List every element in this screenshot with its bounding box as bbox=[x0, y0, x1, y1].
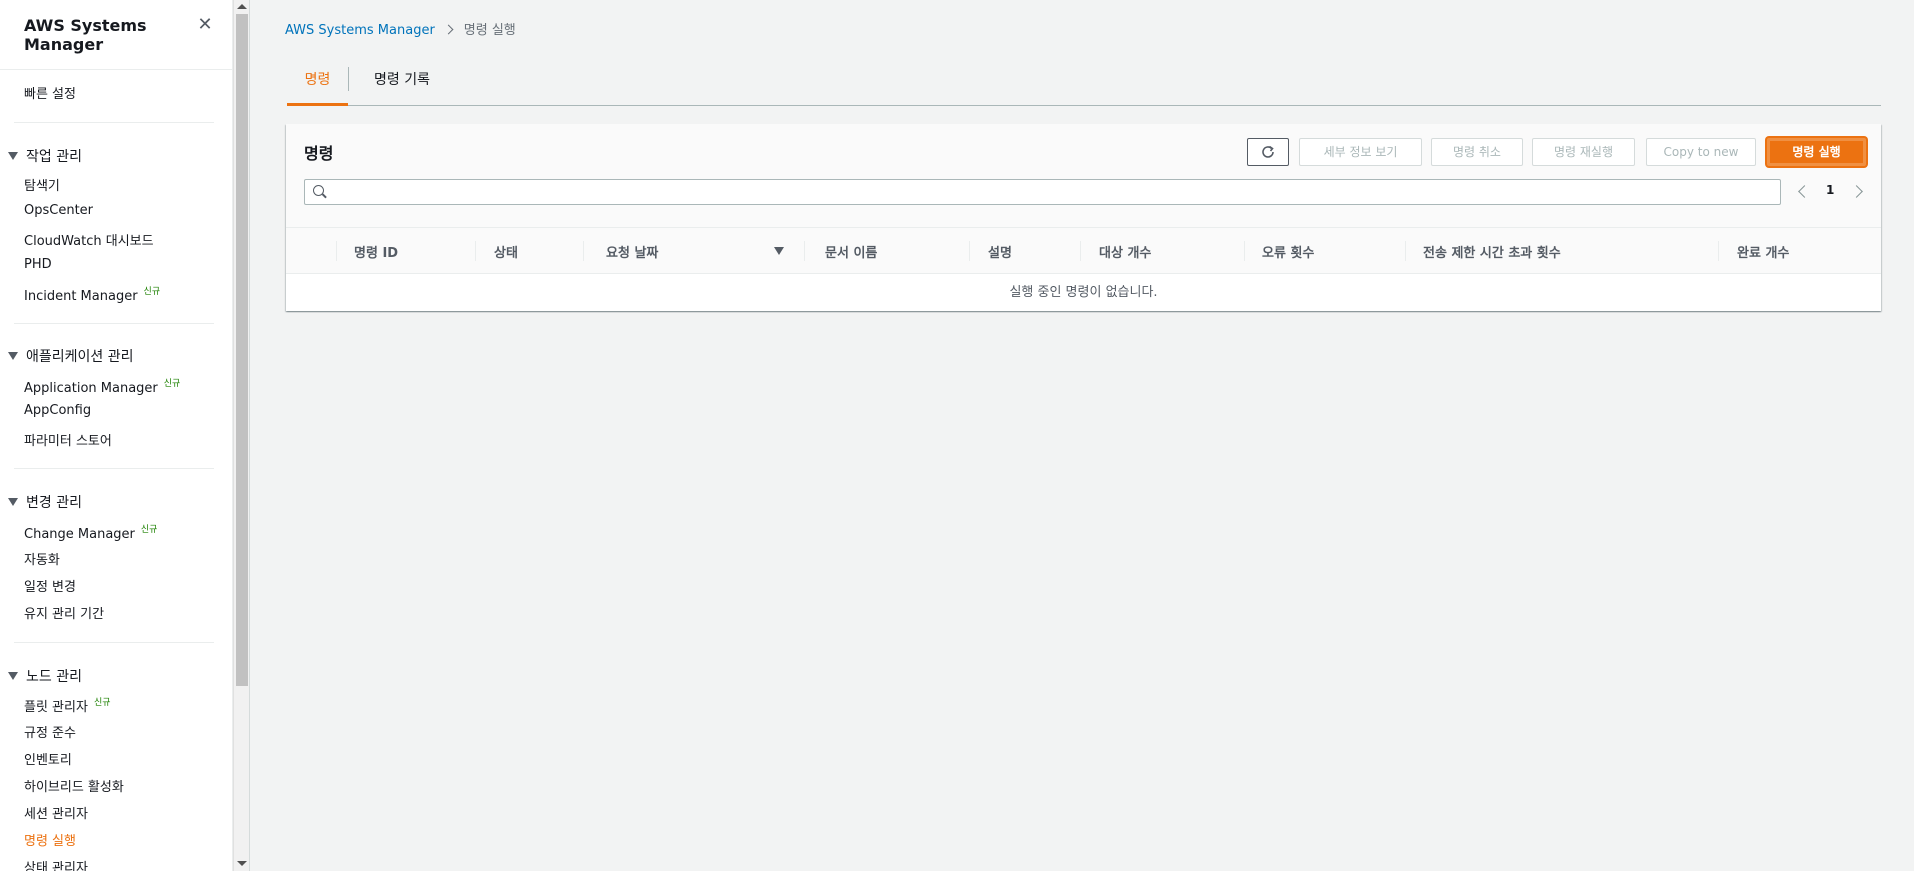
column-header-requested-date[interactable]: 요청 날짜 bbox=[606, 242, 658, 261]
sidebar-item-automation[interactable]: 자동화 bbox=[24, 549, 60, 568]
search-icon bbox=[313, 185, 324, 196]
column-header-completed-count[interactable]: 완료 개수 bbox=[1737, 242, 1789, 261]
caret-down-icon bbox=[8, 152, 18, 160]
sidebar-divider bbox=[14, 642, 214, 643]
new-badge: 신규 bbox=[143, 287, 161, 297]
new-badge: 신규 bbox=[163, 379, 181, 389]
sidebar-item-fleet-manager[interactable]: 플릿 관리자 신규 bbox=[24, 695, 111, 715]
sidebar-item-inventory[interactable]: 인벤토리 bbox=[24, 749, 72, 768]
sidebar-item-change-calendar[interactable]: 일정 변경 bbox=[24, 576, 76, 595]
column-separator bbox=[475, 241, 476, 261]
pagination: 1 bbox=[1796, 180, 1866, 204]
sidebar-group-label: 변경 관리 bbox=[26, 495, 82, 511]
rerun-command-button[interactable]: 명령 재실행 bbox=[1532, 138, 1635, 166]
breadcrumb: AWS Systems Manager 명령 실행 bbox=[285, 19, 516, 38]
view-details-button[interactable]: 세부 정보 보기 bbox=[1299, 138, 1422, 166]
sidebar-item-phd[interactable]: PHD bbox=[24, 257, 52, 272]
sidebar-item-quick-setup[interactable]: 빠른 설정 bbox=[24, 83, 76, 102]
sidebar-scrollbar[interactable] bbox=[233, 0, 249, 871]
column-separator bbox=[1718, 241, 1719, 261]
sidebar-item-parameter-store[interactable]: 파라미터 스토어 bbox=[24, 430, 112, 449]
chevron-right-icon[interactable] bbox=[1850, 185, 1863, 198]
tab-command-history[interactable]: 명령 기록 bbox=[349, 60, 455, 106]
panel-title: 명령 bbox=[304, 144, 334, 163]
sidebar-item-maintenance-windows[interactable]: 유지 관리 기간 bbox=[24, 603, 104, 622]
sidebar-item-application-manager[interactable]: Application Manager 신규 bbox=[24, 376, 180, 396]
sidebar-group-label: 작업 관리 bbox=[26, 149, 82, 165]
column-separator bbox=[336, 241, 337, 261]
panel-header: 명령 세부 정보 보기 명령 취소 명령 재실행 Copy to new 명령 … bbox=[286, 124, 1881, 228]
scroll-down-arrow-icon[interactable] bbox=[237, 861, 247, 866]
sidebar-group-node[interactable]: 노드 관리 bbox=[8, 666, 82, 686]
new-badge: 신규 bbox=[93, 698, 111, 708]
scrollbar-thumb[interactable] bbox=[236, 14, 248, 686]
sidebar-item-run-command[interactable]: 명령 실행 bbox=[24, 830, 76, 849]
sidebar-header-divider bbox=[0, 69, 232, 70]
cancel-command-button[interactable]: 명령 취소 bbox=[1431, 138, 1523, 166]
breadcrumb-current: 명령 실행 bbox=[463, 23, 516, 38]
column-header-target-count[interactable]: 대상 개수 bbox=[1099, 242, 1151, 261]
tab-bar: 명령 명령 기록 bbox=[287, 60, 1881, 106]
caret-down-icon bbox=[8, 498, 18, 506]
copy-to-new-button[interactable]: Copy to new bbox=[1646, 138, 1756, 166]
sidebar-item-appconfig[interactable]: AppConfig bbox=[24, 403, 91, 418]
sidebar-item-explorer[interactable]: 탐색기 bbox=[24, 175, 60, 194]
sidebar: AWS Systems Manager ✕ 빠른 설정 작업 관리 탐색기 Op… bbox=[0, 0, 233, 871]
column-header-error-count[interactable]: 오류 횟수 bbox=[1262, 242, 1314, 261]
sidebar-item-label: 플릿 관리자 bbox=[24, 700, 88, 715]
sidebar-item-change-manager[interactable]: Change Manager 신규 bbox=[24, 522, 157, 542]
column-separator bbox=[583, 241, 584, 261]
sidebar-item-incident-manager[interactable]: Incident Manager 신규 bbox=[24, 284, 160, 304]
sidebar-item-label: Application Manager bbox=[24, 381, 158, 396]
sidebar-group-application[interactable]: 애플리케이션 관리 bbox=[8, 346, 134, 366]
column-header-status[interactable]: 상태 bbox=[494, 242, 518, 261]
refresh-icon bbox=[1262, 145, 1274, 158]
column-header-document-name[interactable]: 문서 이름 bbox=[825, 242, 877, 261]
column-separator bbox=[1080, 241, 1081, 261]
close-icon[interactable]: ✕ bbox=[196, 16, 214, 34]
search-field[interactable] bbox=[304, 179, 1781, 205]
sidebar-divider bbox=[14, 468, 214, 469]
sidebar-border bbox=[249, 0, 250, 871]
sidebar-group-label: 노드 관리 bbox=[26, 669, 82, 685]
chevron-left-icon[interactable] bbox=[1798, 185, 1811, 198]
column-header-description[interactable]: 설명 bbox=[988, 242, 1012, 261]
sidebar-group-change[interactable]: 변경 관리 bbox=[8, 492, 82, 512]
empty-table-message: 실행 중인 명령이 없습니다. bbox=[1009, 285, 1158, 300]
column-separator bbox=[1244, 241, 1245, 261]
table-header: 명령 ID 상태 요청 날짜 문서 이름 설명 대상 개수 오류 횟수 전송 제… bbox=[286, 228, 1881, 274]
column-separator bbox=[969, 241, 970, 261]
sidebar-item-session-manager[interactable]: 세션 관리자 bbox=[24, 803, 88, 822]
chevron-right-icon bbox=[443, 24, 454, 35]
tab-commands[interactable]: 명령 bbox=[287, 60, 348, 106]
sidebar-item-opscenter[interactable]: OpsCenter bbox=[24, 203, 93, 218]
sidebar-group-operations[interactable]: 작업 관리 bbox=[8, 146, 82, 166]
sidebar-divider bbox=[14, 323, 214, 324]
sidebar-item-cloudwatch-dashboard[interactable]: CloudWatch 대시보드 bbox=[24, 230, 154, 249]
sidebar-item-compliance[interactable]: 규정 준수 bbox=[24, 722, 76, 741]
column-header-command-id[interactable]: 명령 ID bbox=[354, 242, 398, 261]
column-separator bbox=[804, 241, 805, 261]
column-header-delivery-timeout-count[interactable]: 전송 제한 시간 초과 횟수 bbox=[1423, 242, 1561, 261]
scroll-up-arrow-icon[interactable] bbox=[237, 4, 247, 9]
page-number[interactable]: 1 bbox=[1826, 183, 1834, 197]
caret-down-icon bbox=[8, 352, 18, 360]
sidebar-item-label: Change Manager bbox=[24, 527, 135, 542]
sidebar-item-hybrid-activations[interactable]: 하이브리드 활성화 bbox=[24, 776, 124, 795]
refresh-button[interactable] bbox=[1247, 138, 1289, 166]
sidebar-title: AWS Systems Manager bbox=[24, 16, 147, 54]
breadcrumb-root-link[interactable]: AWS Systems Manager bbox=[285, 23, 435, 38]
sort-descending-icon[interactable] bbox=[774, 247, 784, 255]
sidebar-divider bbox=[14, 122, 214, 123]
sidebar-item-label: Incident Manager bbox=[24, 289, 138, 304]
commands-panel: 명령 세부 정보 보기 명령 취소 명령 재실행 Copy to new 명령 … bbox=[286, 124, 1881, 311]
search-input[interactable] bbox=[333, 181, 1773, 203]
caret-down-icon bbox=[8, 672, 18, 680]
column-separator bbox=[1405, 241, 1406, 261]
sidebar-item-state-manager[interactable]: 상태 관리자 bbox=[24, 857, 88, 871]
run-command-button[interactable]: 명령 실행 bbox=[1767, 138, 1866, 166]
sidebar-group-label: 애플리케이션 관리 bbox=[26, 349, 134, 365]
new-badge: 신규 bbox=[140, 525, 158, 535]
